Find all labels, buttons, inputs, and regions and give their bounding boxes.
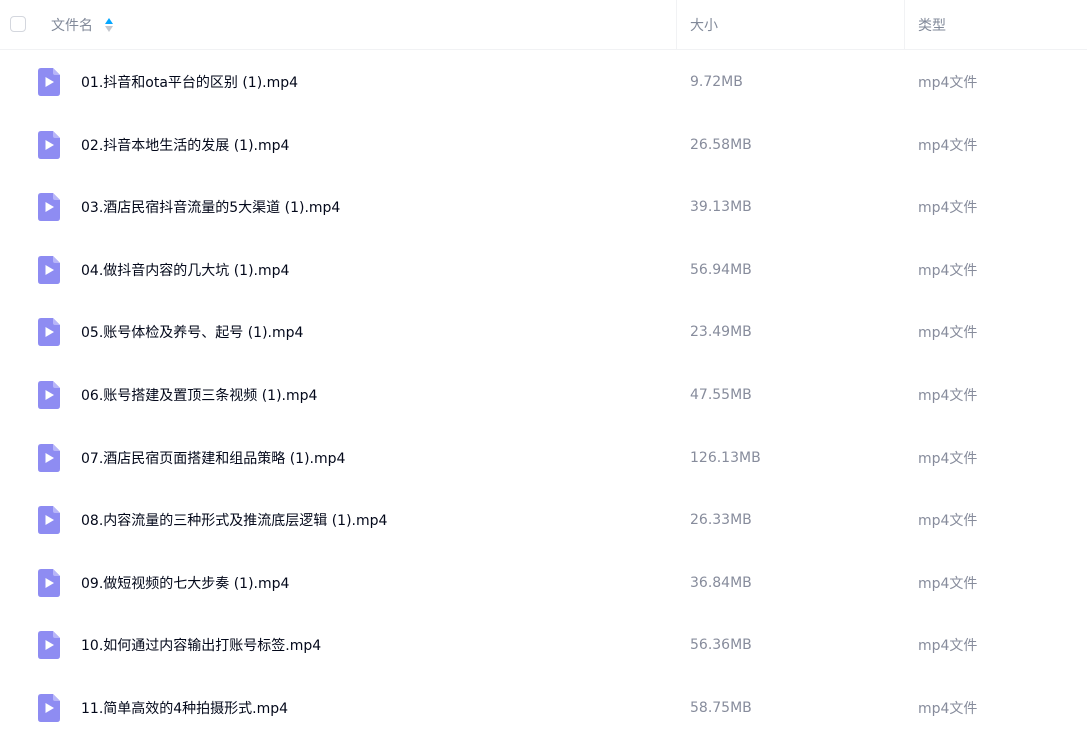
video-file-icon: [38, 68, 60, 96]
video-file-icon: [38, 693, 60, 722]
video-file-icon: [38, 631, 60, 660]
file-name[interactable]: 01.抖音和ota平台的区别 (1).mp4: [81, 51, 298, 113]
column-header-name-label: 文件名: [51, 18, 93, 34]
file-size: 36.84MB: [690, 574, 752, 591]
file-row[interactable]: 04.做抖音内容的几大坑 (1).mp4 56.94MB mp4文件: [0, 239, 1087, 302]
file-size: 58.75MB: [690, 699, 752, 716]
file-size: 23.49MB: [690, 324, 752, 341]
file-name[interactable]: 04.做抖音内容的几大坑 (1).mp4: [81, 239, 289, 301]
file-name[interactable]: 02.抖音本地生活的发展 (1).mp4: [81, 114, 289, 176]
file-name[interactable]: 03.酒店民宿抖音流量的5大渠道 (1).mp4: [81, 176, 340, 238]
file-name[interactable]: 05.账号体检及养号、起号 (1).mp4: [81, 301, 303, 363]
file-type: mp4文件: [918, 137, 978, 154]
file-row[interactable]: 11.简单高效的4种拍摄形式.mp4 58.75MB mp4文件: [0, 677, 1087, 740]
file-size: 56.94MB: [690, 261, 752, 278]
file-row[interactable]: 02.抖音本地生活的发展 (1).mp4 26.58MB mp4文件: [0, 114, 1087, 177]
file-type: mp4文件: [918, 513, 978, 530]
column-header-type-label: 类型: [918, 18, 946, 34]
file-list-table: 文件名 大小 类型 01.抖音和ota平台的区别 (1).mp4 9.72MB …: [0, 0, 1087, 731]
file-rows: 01.抖音和ota平台的区别 (1).mp4 9.72MB mp4文件 02.抖…: [0, 51, 1087, 740]
video-file-icon: [38, 255, 60, 284]
file-row[interactable]: 10.如何通过内容输出打账号标签.mp4 56.36MB mp4文件: [0, 614, 1087, 677]
file-type: mp4文件: [918, 200, 978, 217]
file-type: mp4文件: [918, 387, 978, 404]
file-type: mp4文件: [918, 325, 978, 342]
file-row[interactable]: 03.酒店民宿抖音流量的5大渠道 (1).mp4 39.13MB mp4文件: [0, 176, 1087, 239]
file-size: 126.13MB: [690, 449, 761, 466]
video-file-icon: [38, 318, 60, 347]
file-name[interactable]: 11.简单高效的4种拍摄形式.mp4: [81, 677, 288, 739]
video-file-icon: [38, 568, 60, 597]
file-row[interactable]: 06.账号搭建及置顶三条视频 (1).mp4 47.55MB mp4文件: [0, 364, 1087, 427]
file-size: 39.13MB: [690, 199, 752, 216]
column-divider[interactable]: [676, 0, 677, 50]
file-size: 26.33MB: [690, 512, 752, 529]
file-name[interactable]: 09.做短视频的七大步奏 (1).mp4: [81, 552, 289, 614]
file-row[interactable]: 09.做短视频的七大步奏 (1).mp4 36.84MB mp4文件: [0, 552, 1087, 615]
file-row[interactable]: 07.酒店民宿页面搭建和组品策略 (1).mp4 126.13MB mp4文件: [0, 427, 1087, 490]
video-file-icon: [38, 506, 60, 535]
video-file-icon: [38, 130, 60, 159]
column-header-name[interactable]: 文件名: [51, 0, 113, 50]
select-all-checkbox[interactable]: [10, 16, 26, 32]
file-name[interactable]: 07.酒店民宿页面搭建和组品策略 (1).mp4: [81, 427, 345, 489]
file-type: mp4文件: [918, 638, 978, 655]
file-name[interactable]: 06.账号搭建及置顶三条视频 (1).mp4: [81, 364, 317, 426]
file-size: 47.55MB: [690, 386, 752, 403]
file-name[interactable]: 08.内容流量的三种形式及推流底层逻辑 (1).mp4: [81, 489, 387, 551]
sort-ascending-icon[interactable]: [105, 17, 113, 33]
file-type: mp4文件: [918, 575, 978, 592]
file-type: mp4文件: [918, 450, 978, 467]
file-size: 9.72MB: [690, 74, 743, 90]
video-file-icon: [38, 380, 60, 409]
video-file-icon: [38, 193, 60, 222]
file-size: 26.58MB: [690, 136, 752, 153]
file-name[interactable]: 10.如何通过内容输出打账号标签.mp4: [81, 614, 321, 676]
video-file-icon: [38, 443, 60, 472]
file-row[interactable]: 01.抖音和ota平台的区别 (1).mp4 9.72MB mp4文件: [0, 51, 1087, 114]
file-row[interactable]: 08.内容流量的三种形式及推流底层逻辑 (1).mp4 26.33MB mp4文…: [0, 489, 1087, 552]
file-type: mp4文件: [918, 75, 978, 91]
file-size: 56.36MB: [690, 637, 752, 654]
column-divider[interactable]: [904, 0, 905, 50]
table-header: 文件名 大小 类型: [0, 0, 1087, 50]
column-header-type[interactable]: 类型: [918, 0, 946, 50]
file-type: mp4文件: [918, 262, 978, 279]
file-row[interactable]: 05.账号体检及养号、起号 (1).mp4 23.49MB mp4文件: [0, 301, 1087, 364]
column-header-size-label: 大小: [690, 18, 718, 34]
file-type: mp4文件: [918, 700, 978, 717]
column-header-size[interactable]: 大小: [690, 0, 718, 50]
